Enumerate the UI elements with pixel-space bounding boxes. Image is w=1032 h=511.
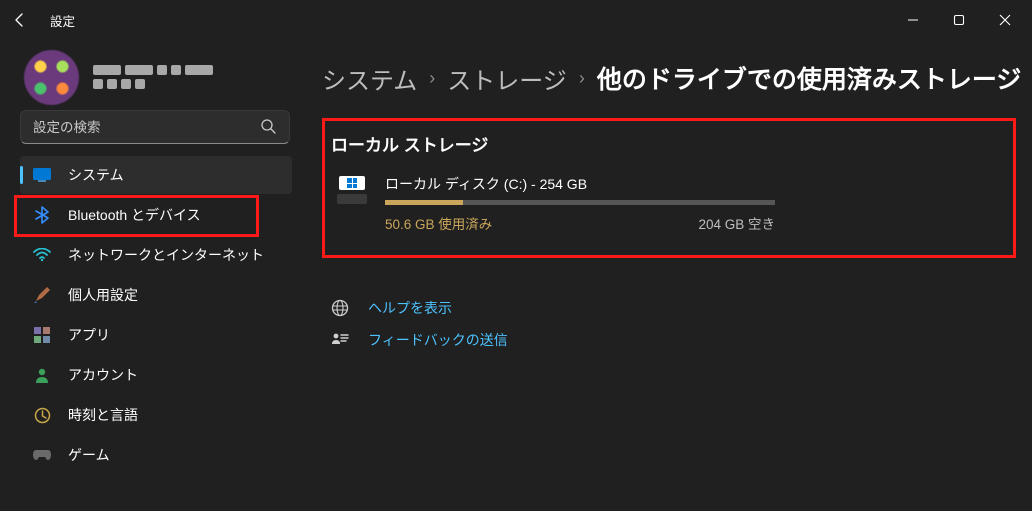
titlebar: 設定 [0,0,1032,40]
search-input[interactable] [20,110,290,144]
sidebar-item-label: 時刻と言語 [68,405,138,425]
redacted-user-info [93,65,213,89]
footer-links: ヘルプを表示 フィードバックの送信 [322,298,1022,350]
clock-globe-icon [32,405,52,425]
system-icon [32,165,52,185]
search-box[interactable] [20,110,288,144]
highlight-box: ローカル ストレージ ローカル ディスク (C:) - 254 GB 50.6 … [322,118,1016,258]
paintbrush-icon [32,285,52,305]
drive-label: ローカル ディスク (C:) - 254 GB [385,174,993,194]
sidebar-item-apps[interactable]: アプリ [20,316,292,354]
wifi-icon [32,245,52,265]
free-text: 204 GB 空き [698,213,775,233]
avatar [24,50,79,105]
sidebar-item-label: アプリ [68,325,110,345]
gamepad-icon [32,445,52,465]
sidebar-item-label: 個人用設定 [68,285,138,305]
breadcrumb-system[interactable]: システム [322,61,417,96]
breadcrumb-current: 他のドライブでの使用済みストレージ [597,60,1022,96]
sidebar-item-label: Bluetooth とデバイス [68,205,201,225]
feedback-link[interactable]: フィードバックの送信 [330,330,1022,350]
chevron-icon: › [579,68,585,89]
window-title: 設定 [50,11,75,30]
sidebar-item-network[interactable]: ネットワークとインターネット [20,236,292,274]
drive-row[interactable]: ローカル ディスク (C:) - 254 GB 50.6 GB 使用済み 204… [331,174,999,233]
chevron-icon: › [429,68,435,89]
sidebar-item-personalization[interactable]: 個人用設定 [20,276,292,314]
minimize-button[interactable] [890,4,936,36]
apps-icon [32,325,52,345]
sidebar-item-label: ゲーム [68,445,110,465]
sidebar-item-label: ネットワークとインターネット [68,245,264,265]
link-label: ヘルプを表示 [368,298,452,318]
maximize-button[interactable] [936,4,982,36]
sidebar-item-bluetooth[interactable]: Bluetooth とデバイス [20,196,292,234]
sidebar-item-system[interactable]: システム [20,156,292,194]
sidebar-item-label: アカウント [68,365,138,385]
sidebar-item-accounts[interactable]: アカウント [20,356,292,394]
help-icon [330,298,350,318]
used-text: 50.6 GB 使用済み [385,213,492,233]
sidebar-item-gaming[interactable]: ゲーム [20,436,292,474]
sidebar-item-label: システム [68,165,124,185]
back-button[interactable] [4,4,36,36]
bluetooth-icon [32,205,52,225]
search-icon [260,118,276,134]
drive-icon [337,176,369,204]
breadcrumb: システム › ストレージ › 他のドライブでの使用済みストレージ [322,60,1022,96]
sidebar: システム Bluetooth とデバイス ネットワークとインターネット 個人用設… [0,110,300,511]
link-label: フィードバックの送信 [368,330,508,350]
close-button[interactable] [982,4,1028,36]
nav-list: システム Bluetooth とデバイス ネットワークとインターネット 個人用設… [20,156,292,474]
breadcrumb-storage[interactable]: ストレージ [447,61,567,96]
storage-bar [385,200,775,205]
person-icon [32,365,52,385]
main-content: システム › ストレージ › 他のドライブでの使用済みストレージ ローカル スト… [300,60,1032,511]
help-link[interactable]: ヘルプを表示 [330,298,1022,318]
section-title: ローカル ストレージ [331,131,999,156]
sidebar-item-time-language[interactable]: 時刻と言語 [20,396,292,434]
feedback-icon [330,330,350,350]
